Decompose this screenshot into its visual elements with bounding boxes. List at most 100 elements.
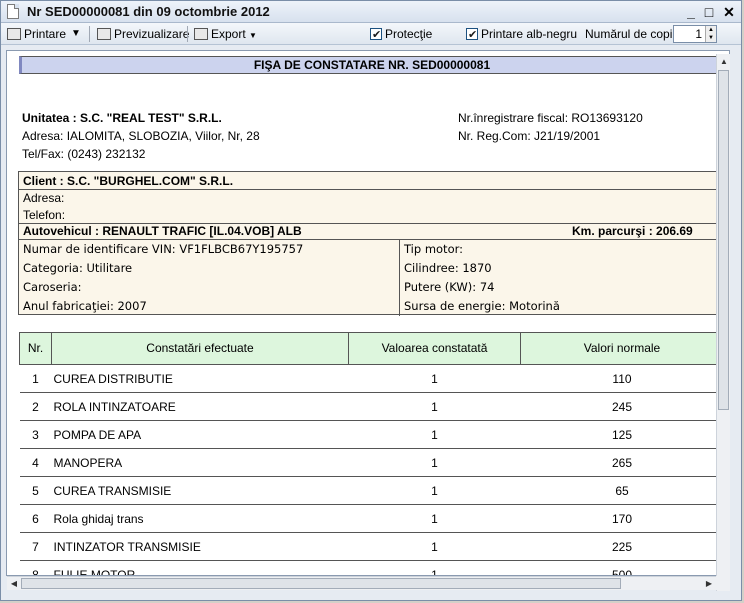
client-info-box: Client : S.C. "BURGHEL.COM" S.R.L. Adres… <box>18 171 729 316</box>
company-address: Adresa: IALOMITA, SLOBOZIA, Viilor, Nr, … <box>22 129 260 143</box>
copies-label: Numărul de copii: <box>585 27 679 41</box>
copies-value: 1 <box>695 27 702 41</box>
export-dropdown-icon: ▼ <box>249 31 257 40</box>
row-value: 1 <box>348 504 521 533</box>
protection-checkbox[interactable]: Protecţie <box>370 25 433 44</box>
preview-button[interactable]: Previzualizare <box>97 25 189 43</box>
close-button[interactable]: ✕ <box>721 4 737 20</box>
engine-type: Tip motor: <box>404 242 464 256</box>
vehicle-vin: Numar de identificare VIN: VF1FLBCB67Y19… <box>23 242 304 256</box>
scroll-left-icon[interactable]: ◀ <box>7 577 21 591</box>
checkbox-checked-icon <box>370 26 382 44</box>
bw-print-checkbox[interactable]: Printare alb-negru <box>466 25 578 44</box>
energy-source: Sursa de energie: Motorină <box>404 299 560 313</box>
divider <box>19 189 729 190</box>
print-button[interactable]: Printare <box>7 25 66 43</box>
vertical-scroll-thumb[interactable] <box>718 70 729 410</box>
row-number: 4 <box>19 448 52 477</box>
toolbar: Printare ▼ Previzualizare Export ▼ Prote… <box>1 23 741 45</box>
table-row: 1 CUREA DISTRIBUTIE 1 110 <box>19 364 724 393</box>
maximize-button[interactable]: □ <box>701 4 717 20</box>
preview-icon <box>97 28 111 40</box>
toolbar-separator <box>187 26 188 42</box>
horizontal-scroll-thumb[interactable] <box>21 578 621 589</box>
row-number: 2 <box>19 392 52 421</box>
row-normal: 125 <box>520 420 724 449</box>
table-row: 4 MANOPERA 1 265 <box>19 448 724 477</box>
client-name: Client : S.C. "BURGHEL.COM" S.R.L. <box>23 174 234 188</box>
row-number: 7 <box>19 532 52 561</box>
copies-input[interactable]: 1 ▲ ▼ <box>673 25 717 43</box>
row-number: 3 <box>19 420 52 449</box>
print-dropdown-icon[interactable]: ▼ <box>71 25 81 43</box>
bw-print-label: Printare alb-negru <box>481 27 578 41</box>
table-row: 5 CUREA TRANSMISIE 1 65 <box>19 476 724 505</box>
scrollbar-corner <box>716 576 730 590</box>
vertical-scrollbar[interactable]: ▲ ▼ <box>716 54 730 591</box>
row-finding: POMPA DE APA <box>51 420 349 449</box>
vehicle-km: Km. parcurşi : 206.69 <box>572 224 693 238</box>
findings-table: Nr. Constatări efectuate Valoarea consta… <box>19 332 724 575</box>
vehicle-year: Anul fabricaţiei: 2007 <box>23 299 147 313</box>
row-value: 1 <box>348 420 521 449</box>
row-normal: 170 <box>520 504 724 533</box>
row-number: 6 <box>19 504 52 533</box>
scroll-up-icon[interactable]: ▲ <box>717 55 731 69</box>
row-finding: FULIE MOTOR <box>51 560 349 575</box>
client-address: Adresa: <box>23 191 65 205</box>
company-unit: Unitatea : S.C. "REAL TEST" S.R.L. <box>22 111 222 125</box>
row-normal: 110 <box>520 364 724 393</box>
row-value: 1 <box>348 364 521 393</box>
row-normal: 225 <box>520 532 724 561</box>
document-title: FIŞA DE CONSTATARE NR. SED00000081 <box>19 56 723 74</box>
divider <box>399 239 400 316</box>
column-header-nr: Nr. <box>19 332 52 365</box>
preview-label: Previzualizare <box>114 27 190 41</box>
horizontal-scrollbar[interactable]: ◀ ▶ <box>7 576 716 590</box>
company-regcom: Nr. Reg.Com: J21/19/2001 <box>458 129 601 143</box>
row-value: 1 <box>348 532 521 561</box>
vehicle-category: Categoria: Utilitare <box>23 261 133 275</box>
row-value: 1 <box>348 560 521 575</box>
title-bar: Nr SED00000081 din 09 octombrie 2012 _ □… <box>1 1 741 23</box>
table-row: 6 Rola ghidaj trans 1 170 <box>19 504 724 533</box>
toolbar-separator <box>89 26 90 42</box>
minimize-button[interactable]: _ <box>683 4 699 20</box>
row-finding: Rola ghidaj trans <box>51 504 349 533</box>
export-label: Export <box>211 27 246 41</box>
row-normal: 65 <box>520 476 724 505</box>
window-title: Nr SED00000081 din 09 octombrie 2012 <box>27 4 270 19</box>
row-value: 1 <box>348 392 521 421</box>
engine-displacement: Cilindree: 1870 <box>404 261 492 275</box>
column-header-normal: Valori normale <box>520 332 724 365</box>
protection-label: Protecţie <box>385 27 433 41</box>
column-header-value: Valoarea constatată <box>348 332 521 365</box>
checkbox-checked-icon <box>466 26 478 44</box>
vehicle-body: Caroseria: <box>23 280 82 294</box>
company-phone: Tel/Fax: (0243) 232132 <box>22 147 146 161</box>
row-value: 1 <box>348 476 521 505</box>
row-value: 1 <box>348 448 521 477</box>
vehicle-name: Autovehicul : RENAULT TRAFIC [IL.04.VOB]… <box>23 224 302 238</box>
row-number: 1 <box>19 364 52 393</box>
row-finding: CUREA TRANSMISIE <box>51 476 349 505</box>
row-normal: 500 <box>520 560 724 575</box>
table-header-row: Nr. Constatări efectuate Valoarea consta… <box>19 332 724 365</box>
scroll-right-icon[interactable]: ▶ <box>702 577 716 591</box>
row-finding: INTINZATOR TRANSMISIE <box>51 532 349 561</box>
row-finding: CUREA DISTRIBUTIE <box>51 364 349 393</box>
divider <box>19 239 729 240</box>
row-normal: 265 <box>520 448 724 477</box>
client-phone: Telefon: <box>23 208 66 222</box>
printer-icon <box>7 28 21 40</box>
column-header-findings: Constatări efectuate <box>51 332 349 365</box>
export-button[interactable]: Export ▼ <box>194 25 257 43</box>
print-label: Printare <box>24 27 67 41</box>
report-viewport: FIŞA DE CONSTATARE NR. SED00000081 Unita… <box>6 50 730 576</box>
engine-power: Putere (KW): 74 <box>404 280 495 294</box>
row-finding: ROLA INTINZATOARE <box>51 392 349 421</box>
company-fiscal: Nr.înregistrare fiscal: RO13693120 <box>458 111 643 125</box>
copies-spinner[interactable]: ▲ ▼ <box>705 26 716 42</box>
row-finding: MANOPERA <box>51 448 349 477</box>
row-number: 5 <box>19 476 52 505</box>
